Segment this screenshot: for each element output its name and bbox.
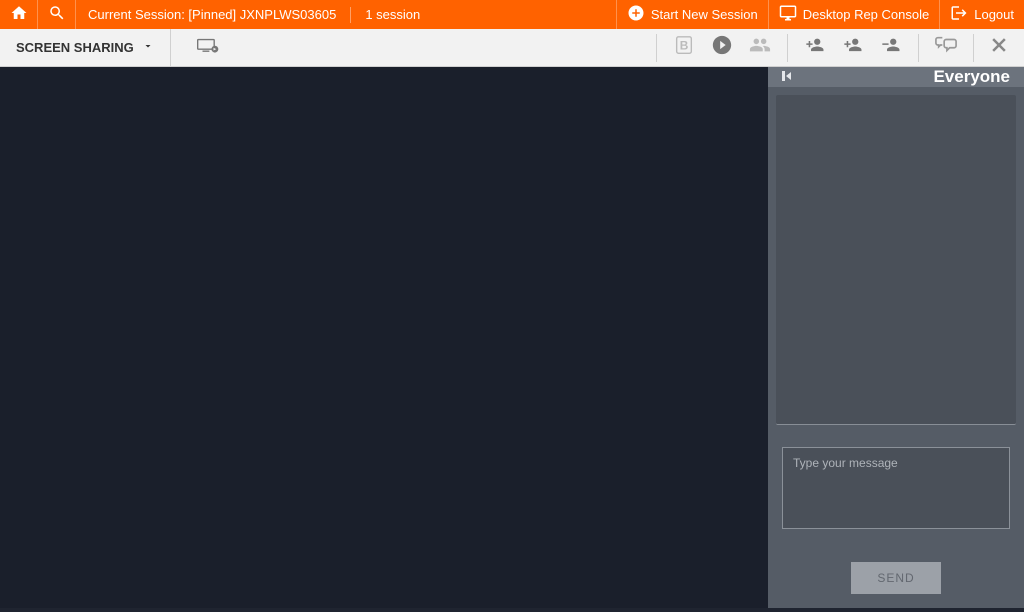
top-header: Current Session: [Pinned] JXNPLWS03605 1… — [0, 0, 1024, 29]
chat-sidebar: Everyone SEND — [768, 67, 1024, 608]
screen-share-view — [0, 67, 768, 608]
current-session-label: Current Session: [Pinned] JXNPLWS03605 — [88, 7, 336, 22]
logout-button[interactable]: Logout — [939, 0, 1024, 29]
search-button[interactable] — [38, 0, 76, 29]
svg-text:B: B — [680, 39, 689, 53]
session-info: Current Session: [Pinned] JXNPLWS03605 1… — [76, 7, 432, 23]
send-button[interactable]: SEND — [851, 562, 940, 594]
divider — [350, 7, 351, 23]
remove-user-button[interactable] — [872, 29, 910, 67]
chat-icon — [935, 34, 957, 61]
chat-messages[interactable] — [776, 95, 1016, 425]
search-icon — [48, 4, 66, 25]
chat-messages-container — [768, 87, 1024, 433]
users-icon — [749, 34, 771, 61]
user-add-icon — [804, 34, 826, 61]
chat-header: Everyone — [768, 67, 1024, 87]
close-icon — [989, 35, 1009, 60]
session-tools-group: B — [657, 29, 787, 67]
desktop-rep-console-button[interactable]: Desktop Rep Console — [768, 0, 939, 29]
start-new-session-label: Start New Session — [651, 7, 758, 22]
user-plus-icon — [842, 34, 864, 61]
participants-button[interactable] — [741, 29, 779, 67]
add-user-2-button[interactable] — [834, 29, 872, 67]
collapse-chat-button[interactable] — [782, 70, 796, 84]
home-icon — [10, 4, 28, 25]
logout-icon — [950, 4, 968, 25]
user-management-group — [788, 29, 918, 67]
mode-label: SCREEN SHARING — [16, 40, 134, 55]
home-button[interactable] — [0, 0, 38, 29]
chat-input[interactable] — [782, 447, 1010, 529]
chevron-down-icon — [142, 40, 154, 55]
desktop-rep-console-label: Desktop Rep Console — [803, 7, 929, 22]
start-new-session-button[interactable]: Start New Session — [616, 0, 768, 29]
secondary-toolbar: SCREEN SHARING B — [0, 29, 1024, 67]
collapse-icon — [782, 67, 794, 87]
chat-input-area — [768, 433, 1024, 546]
screen-share-action-button[interactable] — [189, 29, 227, 67]
chat-title: Everyone — [933, 67, 1010, 87]
main-area: Everyone SEND — [0, 67, 1024, 608]
monitor-play-icon — [197, 34, 219, 61]
chat-group — [919, 29, 973, 67]
mode-dropdown[interactable]: SCREEN SHARING — [0, 29, 171, 66]
chat-button[interactable] — [927, 29, 965, 67]
chat-send-row: SEND — [768, 546, 1024, 612]
play-circle-button[interactable] — [703, 29, 741, 67]
session-count: 1 session — [365, 7, 420, 22]
bold-icon: B — [673, 34, 695, 61]
user-minus-icon — [880, 34, 902, 61]
close-session-button[interactable] — [974, 29, 1024, 67]
logout-label: Logout — [974, 7, 1014, 22]
plus-circle-icon — [627, 4, 645, 25]
bold-button[interactable]: B — [665, 29, 703, 67]
add-user-button[interactable] — [796, 29, 834, 67]
play-circle-icon — [711, 34, 733, 61]
desktop-icon — [779, 4, 797, 25]
